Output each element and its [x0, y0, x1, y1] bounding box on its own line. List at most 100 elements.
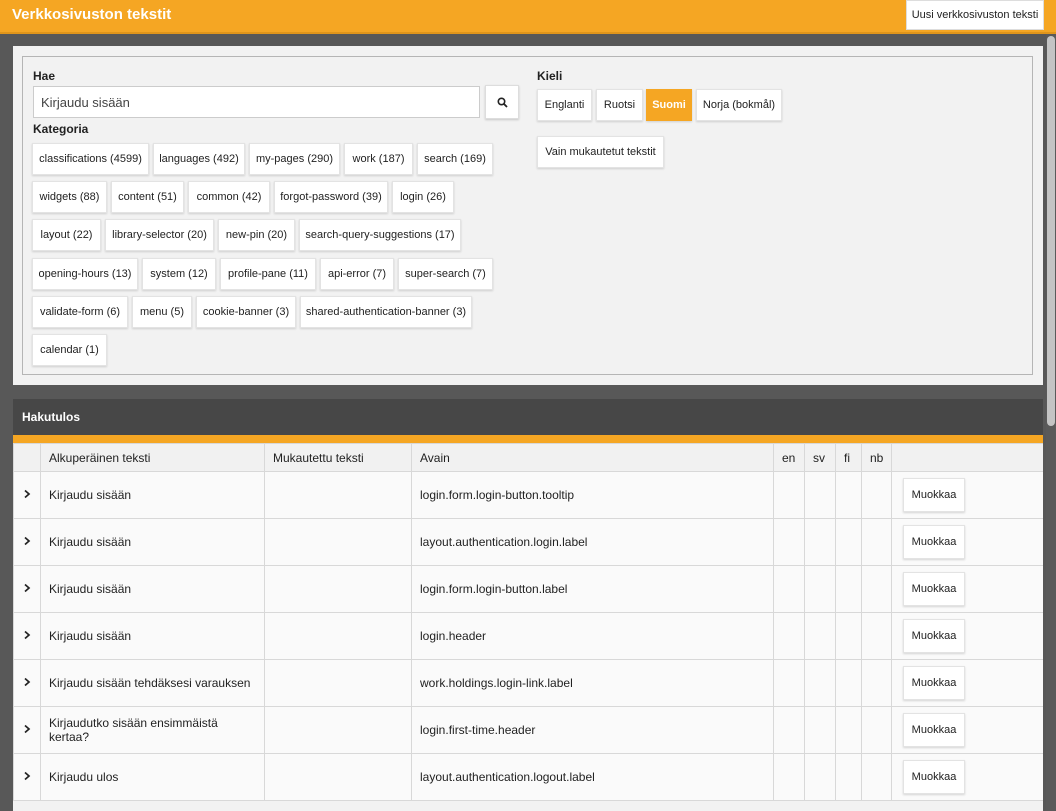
category-chip[interactable]: super-search (7) [398, 258, 493, 290]
chevron-right-icon[interactable] [23, 536, 31, 546]
table-row[interactable]: Kirjaudu sisään login.header Muokkaa [13, 612, 1043, 660]
column-header-sv[interactable]: sv [804, 443, 836, 472]
scrollbar-thumb[interactable] [1047, 36, 1055, 426]
search-input[interactable]: Kirjaudu sisään [33, 86, 480, 118]
lang-nb-cell [861, 471, 892, 519]
table-row[interactable]: Kirjaudu sisään layout.authentication.log… [13, 518, 1043, 566]
table-row[interactable]: Kirjaudutko sisään ensimmäistä kertaa? lo… [13, 706, 1043, 754]
custom-text-cell [264, 565, 412, 613]
category-chip[interactable]: cookie-banner (3) [196, 296, 296, 328]
key-cell: layout.authentication.logout.label [411, 753, 774, 801]
key-cell: login.form.login-button.label [411, 565, 774, 613]
lang-en-cell [773, 471, 805, 519]
lang-en-cell [773, 706, 805, 754]
category-chip[interactable]: search-query-suggestions (17) [299, 219, 461, 251]
category-chip[interactable]: validate-form (6) [32, 296, 128, 328]
column-header-fi[interactable]: fi [835, 443, 862, 472]
filter-panel-frame: Hae Kirjaudu sisään Kategoria classifica… [22, 56, 1033, 375]
category-chip[interactable]: widgets (88) [32, 181, 107, 213]
new-text-button[interactable]: Uusi verkkosivuston teksti [906, 0, 1044, 30]
column-header-expand [13, 443, 41, 472]
language-option-ruotsi[interactable]: Ruotsi [596, 89, 643, 121]
lang-nb-cell [861, 706, 892, 754]
category-chip[interactable]: my-pages (290) [249, 143, 340, 175]
column-header-custom[interactable]: Mukautettu teksti [264, 443, 412, 472]
edit-button[interactable]: Muokkaa [903, 760, 965, 794]
language-option-suomi[interactable]: Suomi [646, 89, 692, 121]
lang-en-cell [773, 518, 805, 566]
category-chip[interactable]: layout (22) [32, 219, 101, 251]
category-chip[interactable]: new-pin (20) [218, 219, 295, 251]
chevron-right-icon[interactable] [23, 677, 31, 687]
language-option-englanti[interactable]: Englanti [537, 89, 592, 121]
edit-button[interactable]: Muokkaa [903, 525, 965, 559]
lang-en-cell [773, 753, 805, 801]
expand-row-cell[interactable] [13, 471, 41, 519]
original-text-cell: Kirjaudu ulos [40, 753, 265, 801]
expand-row-cell[interactable] [13, 612, 41, 660]
chevron-right-icon[interactable] [23, 771, 31, 781]
custom-text-cell [264, 706, 412, 754]
category-chip[interactable]: languages (492) [153, 143, 245, 175]
table-row[interactable]: Kirjaudu sisään login.form.login-button.t… [13, 471, 1043, 519]
custom-text-cell [264, 518, 412, 566]
lang-fi-cell [835, 706, 862, 754]
actions-cell: Muokkaa [891, 518, 1043, 566]
table-row[interactable]: Kirjaudu ulos layout.authentication.logou… [13, 753, 1043, 801]
table-row[interactable]: Kirjaudu sisään tehdäksesi varauksen work… [13, 659, 1043, 707]
chevron-right-icon[interactable] [23, 724, 31, 734]
language-option-norja[interactable]: Norja (bokmål) [696, 89, 782, 121]
search-label: Hae [33, 69, 56, 83]
results-section: Hakutulos Alkuperäinen teksti Mukautettu… [13, 399, 1043, 811]
lang-en-cell [773, 565, 805, 613]
table-row[interactable]: Kirjaudu sisään login.form.login-button.l… [13, 565, 1043, 613]
actions-cell: Muokkaa [891, 706, 1043, 754]
key-cell: login.first-time.header [411, 706, 774, 754]
category-chip[interactable]: library-selector (20) [105, 219, 214, 251]
column-header-original[interactable]: Alkuperäinen teksti [40, 443, 265, 472]
category-chip[interactable]: system (12) [142, 258, 216, 290]
only-custom-texts-toggle[interactable]: Vain mukautetut tekstit [537, 136, 664, 168]
expand-row-cell[interactable] [13, 565, 41, 613]
category-chip[interactable]: login (26) [392, 181, 454, 213]
edit-button[interactable]: Muokkaa [903, 713, 965, 747]
column-header-key[interactable]: Avain [411, 443, 774, 472]
category-chip[interactable]: api-error (7) [320, 258, 394, 290]
category-chip[interactable]: search (169) [417, 143, 493, 175]
edit-button[interactable]: Muokkaa [903, 619, 965, 653]
expand-row-cell[interactable] [13, 518, 41, 566]
column-header-en[interactable]: en [773, 443, 805, 472]
lang-fi-cell [835, 753, 862, 801]
category-chip[interactable]: menu (5) [132, 296, 192, 328]
category-chip[interactable]: calendar (1) [32, 334, 107, 366]
expand-row-cell[interactable] [13, 659, 41, 707]
category-chip[interactable]: content (51) [111, 181, 184, 213]
edit-button[interactable]: Muokkaa [903, 666, 965, 700]
category-chip[interactable]: classifications (4599) [32, 143, 149, 175]
original-text-cell: Kirjaudu sisään [40, 518, 265, 566]
chevron-right-icon[interactable] [23, 630, 31, 640]
category-chip[interactable]: profile-pane (11) [220, 258, 316, 290]
category-chip[interactable]: shared-authentication-banner (3) [300, 296, 472, 328]
lang-fi-cell [835, 659, 862, 707]
category-chip[interactable]: opening-hours (13) [32, 258, 138, 290]
expand-row-cell[interactable] [13, 753, 41, 801]
column-header-nb[interactable]: nb [861, 443, 892, 472]
search-button[interactable] [485, 85, 519, 119]
category-chip[interactable]: work (187) [344, 143, 413, 175]
edit-button[interactable]: Muokkaa [903, 572, 965, 606]
edit-button[interactable]: Muokkaa [903, 478, 965, 512]
lang-sv-cell [804, 706, 836, 754]
chevron-right-icon[interactable] [23, 583, 31, 593]
chevron-right-icon[interactable] [23, 489, 31, 499]
top-bar: Verkkosivuston tekstit Uusi verkkosivust… [0, 0, 1056, 34]
filter-panel: Hae Kirjaudu sisään Kategoria classifica… [13, 46, 1043, 385]
expand-row-cell[interactable] [13, 706, 41, 754]
category-chip[interactable]: forgot-password (39) [274, 181, 388, 213]
category-chip[interactable]: common (42) [188, 181, 270, 213]
actions-cell: Muokkaa [891, 753, 1043, 801]
lang-sv-cell [804, 753, 836, 801]
lang-nb-cell [861, 659, 892, 707]
lang-fi-cell [835, 612, 862, 660]
page-title: Verkkosivuston tekstit [12, 6, 172, 23]
